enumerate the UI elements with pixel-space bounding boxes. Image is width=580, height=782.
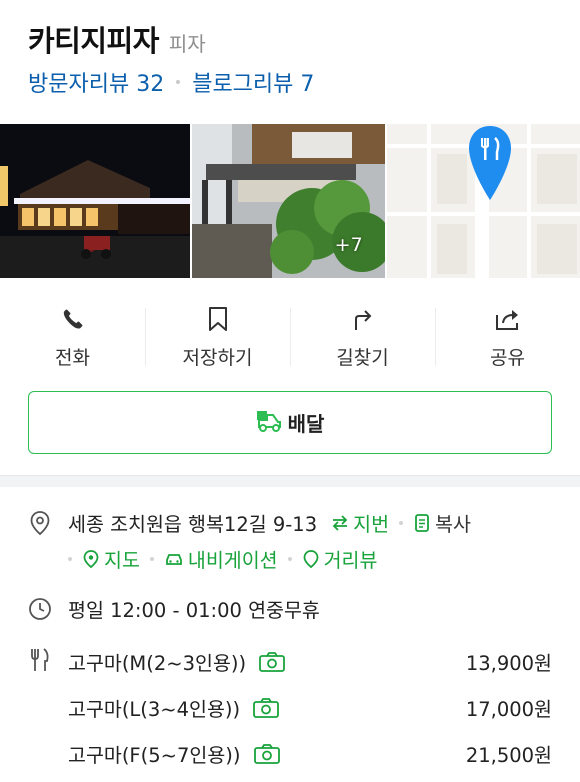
photo-strip: +7 <box>0 124 580 278</box>
map-pin-icon <box>468 126 511 200</box>
directions-button[interactable]: 길찾기 <box>290 298 435 370</box>
menu-fork-knife-icon <box>28 647 52 677</box>
menu-item[interactable]: 고구마(L(3~4인용)) 17,000원 <box>68 693 552 722</box>
share-button[interactable]: 공유 <box>435 298 580 370</box>
menu-item-name: 고구마(M(2~3인용)) <box>68 652 247 675</box>
address-text: 세종 조치원읍 행복12길 9-13 <box>68 513 318 536</box>
store-name: 카티지피자 <box>28 24 159 58</box>
navigation-link[interactable]: 내비게이션 <box>164 544 278 573</box>
map-label: 지도 <box>104 549 140 572</box>
bookmark-icon <box>203 304 233 333</box>
camera-icon <box>253 743 281 765</box>
storefront-day-photo[interactable]: +7 <box>192 124 385 278</box>
call-button[interactable]: 전화 <box>0 298 145 370</box>
save-label: 저장하기 <box>182 347 253 369</box>
address-row: 세종 조치원읍 행복12길 9-13 지번 복사 <box>28 508 471 537</box>
directions-label: 길찾기 <box>336 347 389 369</box>
jibun-label: 지번 <box>353 513 390 536</box>
menu-item-price: 13,900원 <box>465 652 552 675</box>
directions-icon <box>348 304 378 333</box>
menu-item-name: 고구마(F(5~7인용)) <box>68 744 241 767</box>
menu-item-name-wrap: 고구마(F(5~7인용)) <box>68 739 281 768</box>
car-icon <box>165 553 182 565</box>
store-category: 피자 <box>168 32 206 56</box>
menu-item-name-wrap: 고구마(L(3~4인용)) <box>68 693 280 722</box>
camera-icon <box>252 697 280 719</box>
separator-dot <box>287 556 292 561</box>
delivery-scooter-icon <box>256 409 282 437</box>
phone-icon <box>58 304 88 333</box>
menu-item-name-wrap: 고구마(M(2~3인용)) <box>68 647 286 676</box>
review-links: 방문자리뷰 32 블로그리뷰 7 <box>28 66 314 98</box>
call-label: 전화 <box>55 347 90 369</box>
delivery-label: 배달 <box>287 412 325 436</box>
copy-address-button[interactable]: 복사 <box>413 508 471 537</box>
place-header: 카티지피자 피자 <box>28 18 206 60</box>
location-pin-icon <box>28 509 52 537</box>
map-link[interactable]: 지도 <box>82 544 140 573</box>
swap-icon <box>332 514 348 531</box>
menu-item-price: 21,500원 <box>465 744 552 767</box>
separator-dot <box>68 556 72 561</box>
camera-icon <box>258 651 286 673</box>
address-links-row: 지도 내비게이션 거리뷰 <box>68 544 377 573</box>
copy-icon <box>415 513 429 532</box>
menu-item[interactable]: 고구마(F(5~7인용)) 21,500원 <box>68 739 552 768</box>
share-icon <box>493 304 523 333</box>
map-marker-icon <box>83 549 99 568</box>
clock-icon <box>28 595 52 623</box>
delivery-button[interactable]: 배달 <box>28 391 552 454</box>
hours-row: 평일 12:00 - 01:00 연중무휴 <box>28 594 320 623</box>
separator-dot <box>399 520 404 525</box>
storefront-night-photo[interactable] <box>0 124 191 278</box>
storefront-night-image <box>0 124 191 278</box>
menu-item[interactable]: 고구마(M(2~3인용)) 13,900원 <box>68 647 552 676</box>
share-label: 공유 <box>490 347 525 369</box>
street-view-link[interactable]: 거리뷰 <box>302 544 378 573</box>
copy-label: 복사 <box>435 513 471 536</box>
jibun-toggle[interactable]: 지번 <box>331 508 389 537</box>
separator-dot <box>176 80 181 84</box>
separator-dot <box>149 556 154 561</box>
action-bar: 전화 저장하기 길찾기 공유 <box>0 298 580 370</box>
street-view-icon <box>303 549 318 568</box>
menu-item-name: 고구마(L(3~4인용)) <box>68 698 241 721</box>
more-photos-count: +7 <box>334 234 363 256</box>
save-button[interactable]: 저장하기 <box>145 298 290 370</box>
section-divider <box>0 475 580 487</box>
business-hours: 평일 12:00 - 01:00 연중무휴 <box>68 599 320 622</box>
street-view-label: 거리뷰 <box>323 549 378 572</box>
navigation-label: 내비게이션 <box>187 549 278 572</box>
menu-item-price: 17,000원 <box>465 698 552 721</box>
blog-review-link[interactable]: 블로그리뷰 7 <box>192 66 314 98</box>
visitor-review-link[interactable]: 방문자리뷰 32 <box>28 66 164 98</box>
map-thumbnail[interactable] <box>386 124 580 278</box>
